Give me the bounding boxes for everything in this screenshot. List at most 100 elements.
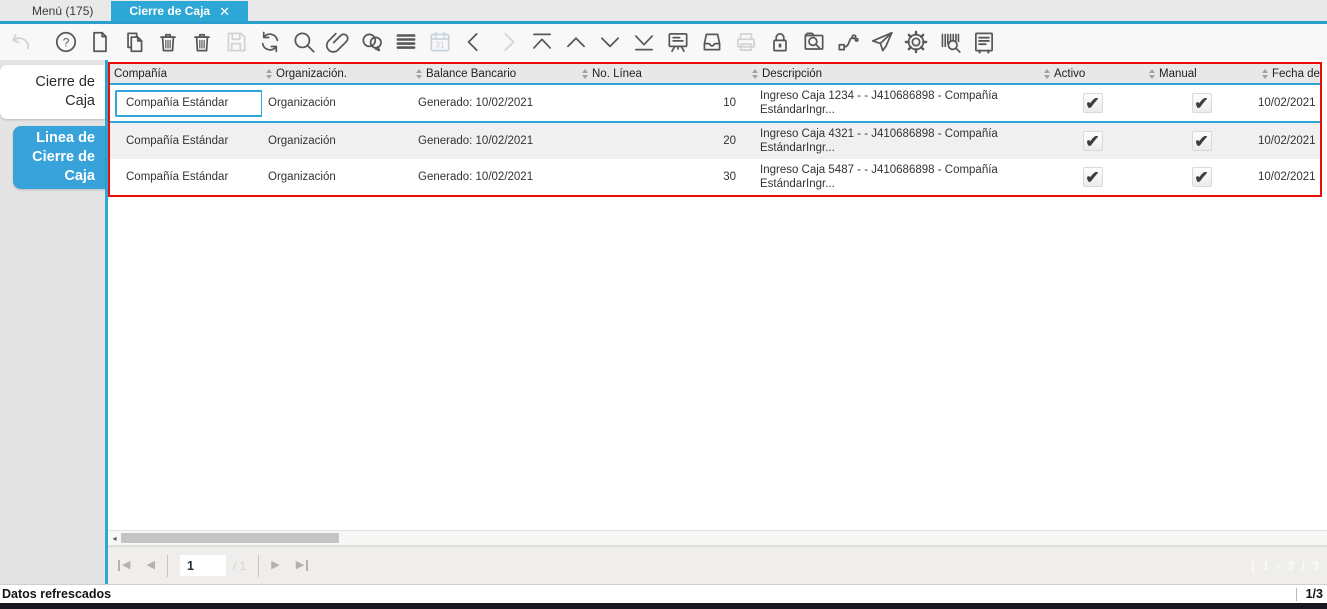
sidebar-tab-linea-de-cierre-de-caja[interactable]: Linea de Cierre de Caja [13, 126, 105, 189]
records-grid: Compañía Organización. Balance Bancario No.… [108, 62, 1322, 197]
checkbox-checked-icon[interactable]: ✔ [1082, 93, 1103, 113]
grid-toggle-icon[interactable] [393, 29, 419, 55]
table-row[interactable]: Compañía Estándar Organización Generado: 1… [110, 159, 1320, 195]
checkbox-checked-icon[interactable]: ✔ [1191, 131, 1212, 151]
report-icon[interactable] [665, 29, 691, 55]
print-icon [733, 29, 759, 55]
help-icon[interactable] [53, 29, 79, 55]
archive-icon[interactable] [699, 29, 725, 55]
cell-balance-bancario[interactable]: Generado: 10/02/2021 [412, 135, 578, 147]
refresh-icon[interactable] [257, 29, 283, 55]
column-header-3[interactable]: Balance Bancario [412, 64, 578, 83]
scrollbar-thumb[interactable] [121, 533, 339, 543]
page-input[interactable]: 1 [179, 555, 226, 576]
window-bottom-edge [0, 603, 1327, 609]
last-record-icon[interactable] [631, 29, 657, 55]
column-header-8[interactable]: Fecha de Est [1258, 64, 1320, 83]
copy-record-icon[interactable] [121, 29, 147, 55]
scroll-left-icon[interactable]: ◂ [108, 534, 121, 543]
tab-menu[interactable]: Menú (175) [14, 1, 111, 21]
find-icon[interactable] [291, 29, 317, 55]
previous-page-icon[interactable]: ◀ [146, 560, 154, 571]
checkbox-checked-icon[interactable]: ✔ [1191, 167, 1212, 187]
column-header-7[interactable]: Manual [1145, 64, 1258, 83]
first-record-icon[interactable] [529, 29, 555, 55]
checkbox-checked-icon[interactable]: ✔ [1082, 167, 1103, 187]
calendar-icon [427, 29, 453, 55]
settings-icon[interactable] [903, 29, 929, 55]
cell-activo[interactable]: ✔ [1040, 159, 1145, 195]
table-row[interactable]: Compañía Estándar Organización Generado: 1… [110, 123, 1320, 159]
record-access-icon[interactable] [801, 29, 827, 55]
pager-divider [166, 554, 168, 577]
cell-balance-bancario[interactable]: Generado: 10/02/2021 [412, 171, 578, 183]
barcode-scan-icon[interactable] [937, 29, 963, 55]
sidebar-tab-cierre-de-caja[interactable]: Cierre de Caja [0, 65, 105, 119]
cell-activo[interactable]: ✔ [1040, 85, 1145, 121]
first-page-icon[interactable]: ◀ [118, 560, 130, 571]
sort-icon[interactable] [416, 69, 422, 79]
cell-fecha[interactable]: 10/02/2021 [1258, 97, 1320, 109]
checkbox-checked-icon[interactable]: ✔ [1191, 93, 1212, 113]
report-view-icon[interactable] [971, 29, 997, 55]
cell-compania[interactable]: Compañía Estándar [110, 171, 262, 183]
next-page-icon[interactable]: ▶ [271, 560, 279, 571]
cell-fecha[interactable]: 10/02/2021 [1258, 171, 1320, 183]
sort-icon[interactable] [1149, 69, 1155, 79]
cell-compania[interactable]: Compañía Estándar [110, 89, 262, 117]
cell-organizacion[interactable]: Organización [262, 171, 412, 183]
send-request-icon[interactable] [869, 29, 895, 55]
parent-record-icon[interactable] [461, 29, 487, 55]
column-header-1[interactable]: Compañía [110, 64, 262, 83]
sort-icon[interactable] [266, 69, 272, 79]
undo-icon [7, 29, 33, 55]
cell-manual[interactable]: ✔ [1145, 159, 1258, 195]
close-tab-icon[interactable]: ✕ [219, 5, 230, 18]
cell-balance-bancario[interactable]: Generado: 10/02/2021 [412, 97, 578, 109]
column-header-4[interactable]: No. Línea [578, 64, 748, 83]
lock-icon[interactable] [767, 29, 793, 55]
horizontal-scrollbar[interactable]: ◂ [108, 530, 1327, 546]
sort-icon[interactable] [1262, 69, 1268, 79]
column-header-6[interactable]: Activo [1040, 64, 1145, 83]
column-label: Balance Bancario [426, 67, 517, 80]
chat-icon[interactable] [359, 29, 385, 55]
cell-no-linea[interactable]: 10 [578, 97, 748, 109]
column-header-2[interactable]: Organización. [262, 64, 412, 83]
delete-record-icon[interactable] [155, 29, 181, 55]
workflow-icon[interactable] [835, 29, 861, 55]
cell-organizacion[interactable]: Organización [262, 135, 412, 147]
next-record-icon[interactable] [597, 29, 623, 55]
column-label: Organización. [276, 67, 347, 80]
cell-compania[interactable]: Compañía Estándar [110, 135, 262, 147]
grid-header: Compañía Organización. Balance Bancario No.… [110, 64, 1320, 85]
last-page-icon[interactable]: ▶ [296, 560, 309, 571]
cell-descripcion[interactable]: Ingreso Caja 1234 - - J410686898 - Compa… [748, 89, 1040, 117]
cell-activo[interactable]: ✔ [1040, 123, 1145, 159]
cell-descripcion[interactable]: Ingreso Caja 5487 - - J410686898 - Compa… [748, 163, 1040, 191]
cell-manual[interactable]: ✔ [1145, 123, 1258, 159]
cell-descripcion[interactable]: Ingreso Caja 4321 - - J410686898 - Compa… [748, 127, 1040, 155]
page-total-label: / 1 [232, 558, 247, 573]
column-header-5[interactable]: Descripción [748, 64, 1040, 83]
save-icon [223, 29, 249, 55]
tab-cierre-de-caja[interactable]: Cierre de Caja ✕ [111, 1, 248, 21]
tab-cierre-de-caja-label: Cierre de Caja [129, 4, 211, 18]
checkbox-checked-icon[interactable]: ✔ [1082, 131, 1103, 151]
cell-no-linea[interactable]: 30 [578, 171, 748, 183]
cell-no-linea[interactable]: 20 [578, 135, 748, 147]
sort-icon[interactable] [582, 69, 588, 79]
cell-fecha[interactable]: 10/02/2021 [1258, 135, 1320, 147]
new-record-icon[interactable] [87, 29, 113, 55]
delete-selection-icon[interactable] [189, 29, 215, 55]
tab-menu-label: Menú (175) [32, 4, 94, 18]
cell-manual[interactable]: ✔ [1145, 85, 1258, 121]
sort-icon[interactable] [1044, 69, 1050, 79]
focused-cell[interactable]: Compañía Estándar [115, 89, 262, 117]
previous-record-icon[interactable] [563, 29, 589, 55]
table-row[interactable]: Compañía Estándar Organización Generado: 1… [110, 85, 1320, 123]
attachment-icon[interactable] [325, 29, 351, 55]
column-label: Activo [1054, 67, 1086, 80]
cell-organizacion[interactable]: Organización [262, 97, 412, 109]
sort-icon[interactable] [752, 69, 758, 79]
